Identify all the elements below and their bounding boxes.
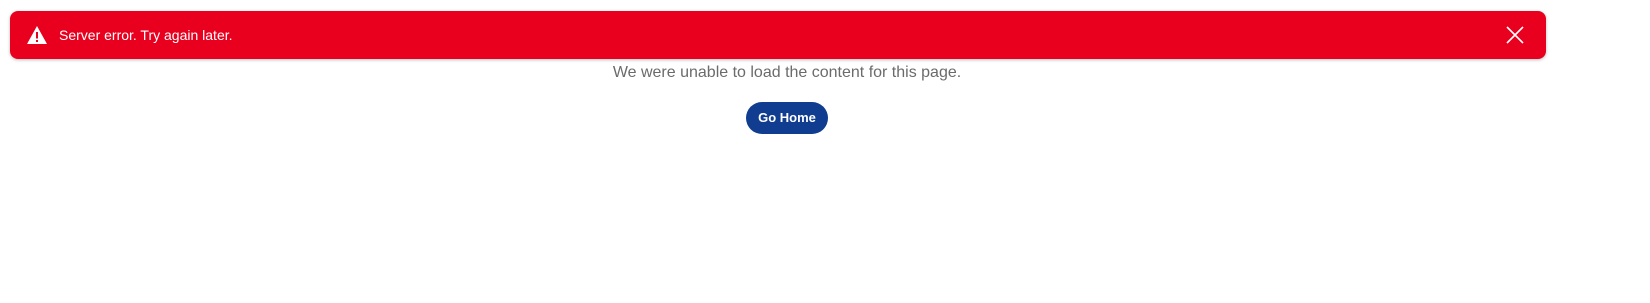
close-icon[interactable] — [1504, 24, 1526, 46]
error-alert-banner: Server error. Try again later. — [10, 11, 1546, 59]
error-message: We were unable to load the content for t… — [612, 64, 962, 81]
error-content: We were unable to load the content for t… — [0, 58, 1574, 134]
alert-message: Server error. Try again later. — [59, 27, 233, 43]
warning-icon — [26, 25, 48, 45]
error-page: We were unable to load the content for t… — [0, 0, 1650, 303]
go-home-button[interactable]: Go Home — [746, 102, 828, 134]
